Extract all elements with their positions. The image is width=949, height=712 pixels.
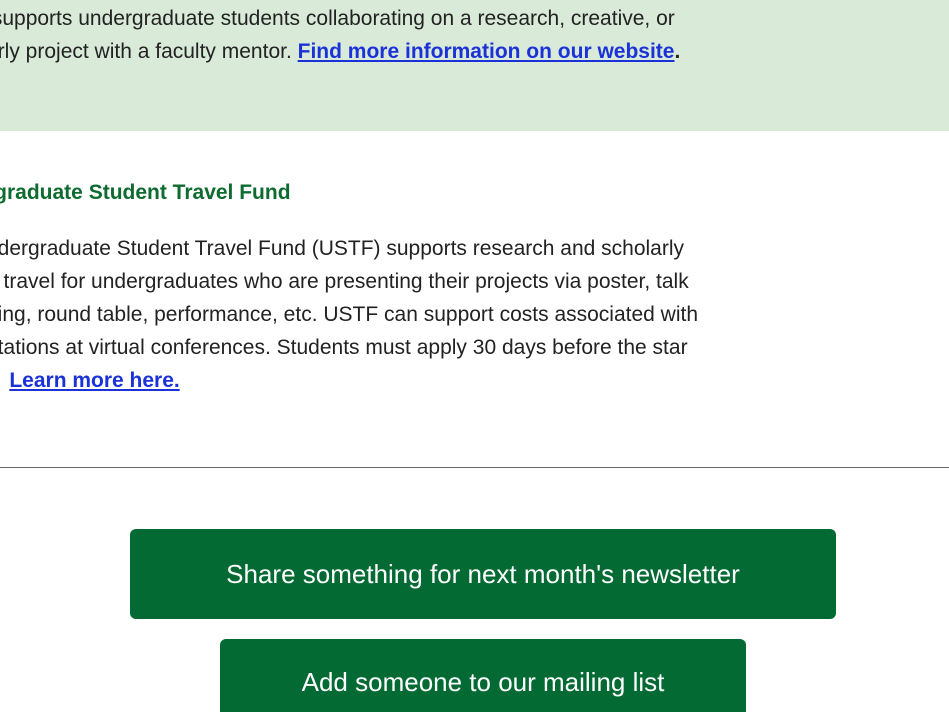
newsletter-page: supports undergraduate students collabor… <box>0 0 949 712</box>
travel-fund-heading: rgraduate Student Travel Fund <box>0 181 291 204</box>
travel-fund-line-3: hing, round table, performance, etc. UST… <box>0 303 699 326</box>
add-to-mailing-list-button[interactable]: Add someone to our mailing list <box>220 639 746 712</box>
add-to-mailing-list-button-label: Add someone to our mailing list <box>301 667 665 697</box>
program-line-2: arly project with a faculty mentor. <box>0 40 298 63</box>
travel-fund-description: ndergraduate Student Travel Fund (USTF) … <box>0 232 949 397</box>
program-description: supports undergraduate students collabor… <box>0 2 949 68</box>
travel-fund-line-1: ndergraduate Student Travel Fund (USTF) … <box>0 237 685 260</box>
program-info-box: supports undergraduate students collabor… <box>0 0 949 131</box>
travel-fund-line-4: ntations at virtual conferences. Student… <box>0 336 688 359</box>
share-newsletter-button[interactable]: Share something for next month's newslet… <box>130 529 836 619</box>
website-info-link[interactable]: Find more information on our website <box>298 40 675 63</box>
section-divider <box>0 467 949 468</box>
share-newsletter-button-label: Share something for next month's newslet… <box>226 558 740 589</box>
travel-fund-line-2: d travel for undergraduates who are pres… <box>0 270 689 293</box>
program-line-2-period: . <box>674 40 681 63</box>
learn-more-link[interactable]: Learn more here. <box>9 369 179 392</box>
program-line-1: supports undergraduate students collabor… <box>0 7 675 30</box>
